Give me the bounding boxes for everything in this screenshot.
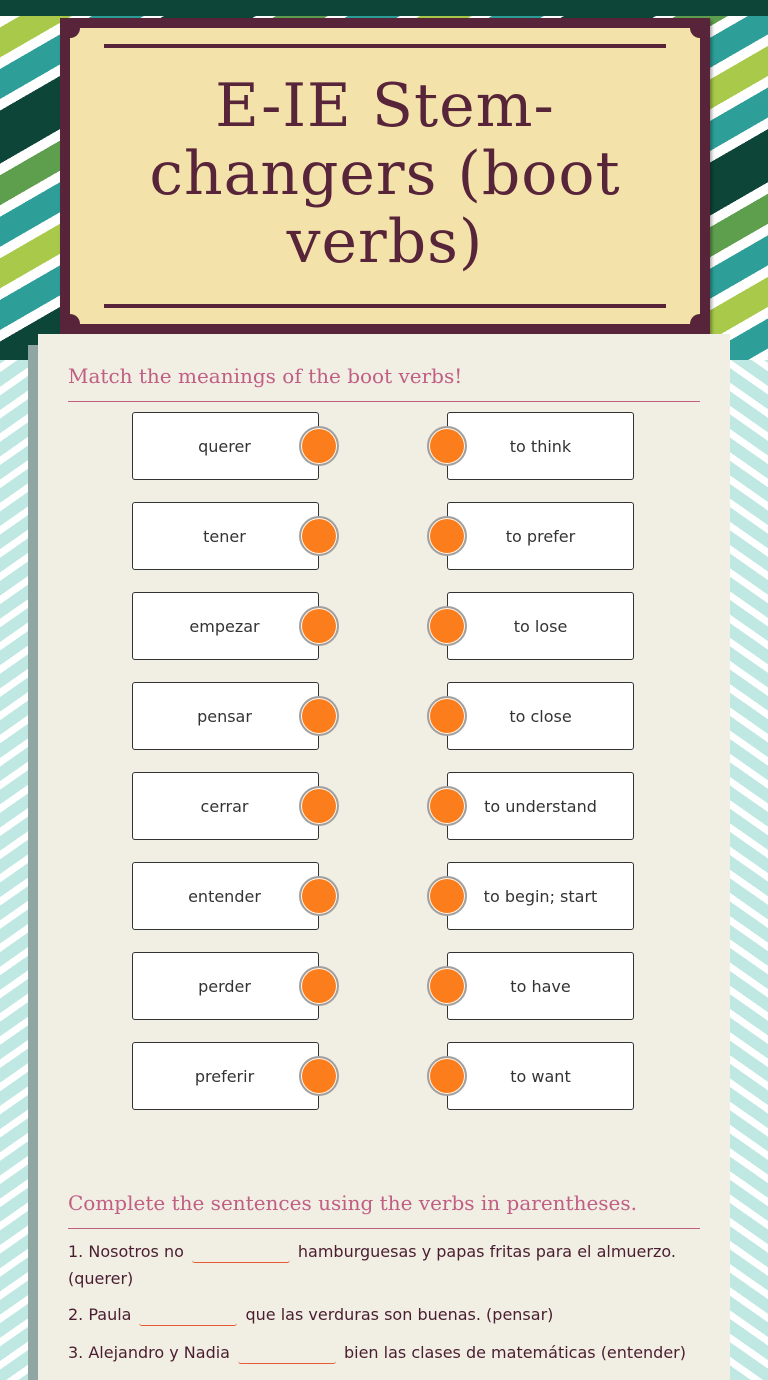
match-item-label: pensar — [197, 706, 252, 726]
page-background-right — [730, 360, 768, 1380]
match-item-label: to lose — [513, 616, 568, 636]
match-connector-dot[interactable] — [427, 966, 467, 1006]
sentence-text-before: 1. Nosotros no — [68, 1242, 184, 1261]
match-connector-dot[interactable] — [427, 876, 467, 916]
match-item-label: cerrar — [200, 796, 249, 816]
match-item-label: to prefer — [505, 526, 576, 546]
match-item-left[interactable]: entender — [132, 862, 319, 930]
answer-blank[interactable] — [237, 1345, 336, 1364]
sentences-heading: Complete the sentences using the verbs i… — [68, 1191, 638, 1215]
title-rule-bottom — [104, 304, 666, 308]
match-item-right[interactable]: to want — [447, 1042, 634, 1110]
panel-shadow — [28, 345, 38, 1380]
title-rule-top — [104, 44, 666, 48]
match-connector-dot[interactable] — [427, 516, 467, 556]
matching-heading: Match the meanings of the boot verbs! — [68, 364, 463, 388]
match-item-label: to think — [509, 436, 572, 456]
header-band — [0, 0, 768, 16]
match-connector-dot[interactable] — [427, 696, 467, 736]
match-item-label: to want — [510, 1066, 571, 1086]
answer-blank[interactable] — [191, 1244, 290, 1263]
match-item-label: perder — [198, 976, 251, 996]
match-item-right[interactable]: to begin; start — [447, 862, 634, 930]
corner-decoration — [690, 18, 710, 38]
sentence-text-after: que las verduras son buenas. (pensar) — [245, 1305, 554, 1324]
page-title: E-IE Stem-changers (boot verbs) — [149, 71, 621, 277]
match-item-label: entender — [188, 886, 261, 906]
match-connector-dot[interactable] — [299, 426, 339, 466]
match-connector-dot[interactable] — [299, 1056, 339, 1096]
match-connector-dot[interactable] — [299, 786, 339, 826]
sentences-heading-rule — [68, 1228, 700, 1229]
match-connector-dot[interactable] — [299, 516, 339, 556]
match-connector-dot[interactable] — [427, 1056, 467, 1096]
match-item-right[interactable]: to close — [447, 682, 634, 750]
sentence-2: 2. Paula que las verduras son buenas. (pe… — [68, 1301, 696, 1328]
matching-heading-rule — [68, 401, 700, 402]
sentence-text-before: 3. Alejandro y Nadia — [68, 1343, 230, 1362]
sentence-1: 1. Nosotros no hamburguesas y papas frita… — [68, 1238, 696, 1292]
corner-decoration — [60, 314, 80, 334]
match-item-right[interactable]: to think — [447, 412, 634, 480]
sentence-text-before: 2. Paula — [68, 1305, 132, 1324]
match-item-label: to begin; start — [483, 886, 598, 906]
match-item-label: to understand — [484, 796, 597, 816]
match-item-left[interactable]: perder — [132, 952, 319, 1020]
match-connector-dot[interactable] — [427, 606, 467, 646]
match-item-label: empezar — [189, 616, 260, 636]
match-connector-dot[interactable] — [427, 426, 467, 466]
match-connector-dot[interactable] — [299, 606, 339, 646]
match-connector-dot[interactable] — [299, 966, 339, 1006]
match-connector-dot[interactable] — [299, 876, 339, 916]
match-item-left[interactable]: pensar — [132, 682, 319, 750]
answer-blank[interactable] — [139, 1307, 238, 1326]
match-item-right[interactable]: to lose — [447, 592, 634, 660]
match-item-left[interactable]: querer — [132, 412, 319, 480]
match-item-label: tener — [203, 526, 246, 546]
match-item-right[interactable]: to have — [447, 952, 634, 1020]
match-item-left[interactable]: empezar — [132, 592, 319, 660]
sentence-text-after: bien las clases de matemáticas (entender… — [343, 1343, 686, 1362]
match-item-left[interactable]: preferir — [132, 1042, 319, 1110]
match-item-label: querer — [198, 436, 251, 456]
match-item-left[interactable]: tener — [132, 502, 319, 570]
match-connector-dot[interactable] — [299, 696, 339, 736]
corner-decoration — [690, 314, 710, 334]
match-item-right[interactable]: to prefer — [447, 502, 634, 570]
worksheet-panel: Match the meanings of the boot verbs! qu… — [38, 334, 730, 1380]
match-item-label: to close — [509, 706, 572, 726]
match-item-label: to have — [510, 976, 571, 996]
match-item-left[interactable]: cerrar — [132, 772, 319, 840]
match-item-right[interactable]: to understand — [447, 772, 634, 840]
corner-decoration — [60, 18, 80, 38]
match-item-label: preferir — [194, 1066, 255, 1086]
sentence-3: 3. Alejandro y Nadia bien las clases de m… — [68, 1339, 696, 1366]
title-card: E-IE Stem-changers (boot verbs) — [60, 18, 710, 334]
match-connector-dot[interactable] — [427, 786, 467, 826]
title-card-inner: E-IE Stem-changers (boot verbs) — [60, 18, 710, 334]
